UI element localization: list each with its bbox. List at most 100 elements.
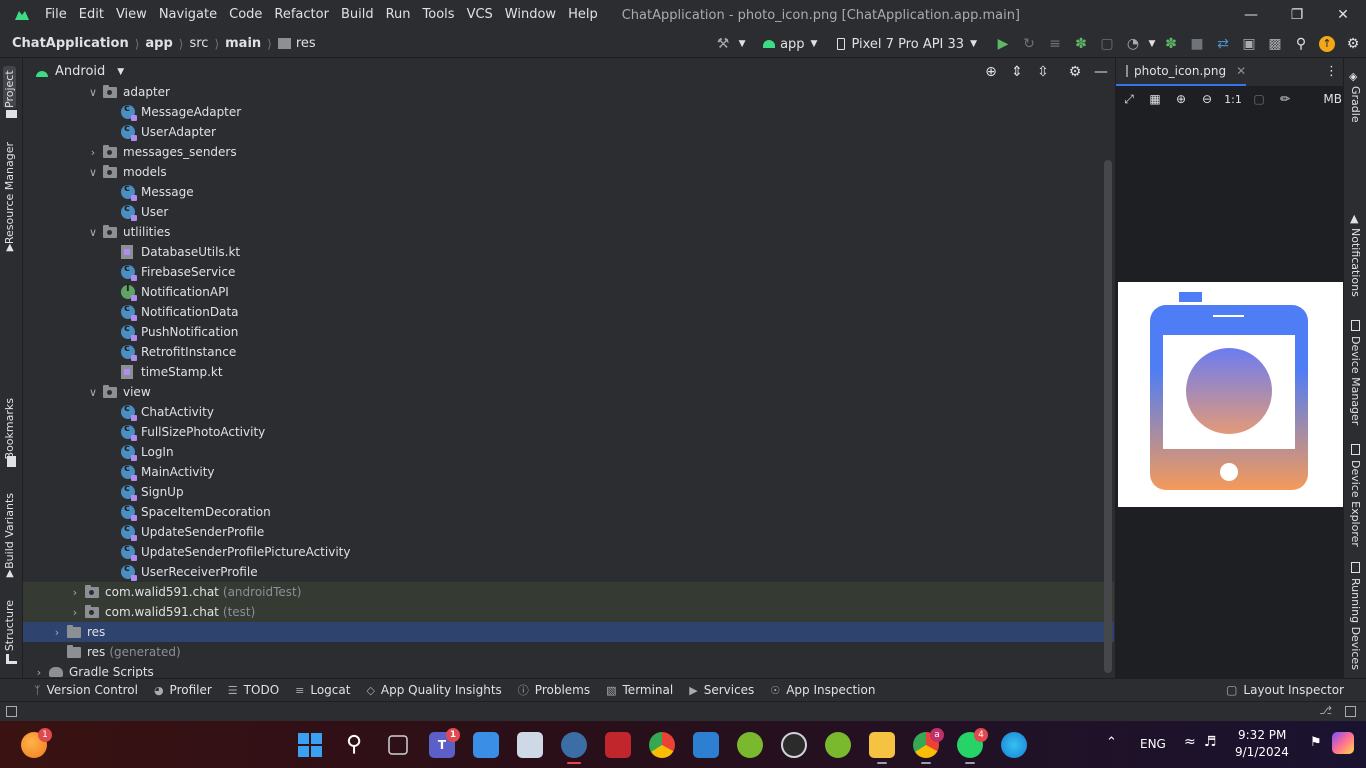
color-picker-icon[interactable]: ✏ (1272, 92, 1298, 106)
restore-icon[interactable]: ❐ (1274, 0, 1320, 30)
chrome-profile-icon[interactable]: a (913, 728, 944, 764)
expand-all-icon[interactable]: ⇕ (1004, 61, 1030, 83)
menu-help[interactable]: Help (562, 0, 604, 30)
search-icon[interactable]: ⚲ (341, 732, 367, 758)
tree-row[interactable]: FirebaseService (23, 262, 1114, 282)
device-dropdown[interactable]: Pixel 7 Pro API 33 ▼ (830, 33, 984, 55)
update-icon[interactable]: ↑ (1314, 33, 1340, 55)
tree-row[interactable]: › com.walid591.chat (androidTest) (23, 582, 1114, 602)
hide-icon[interactable]: — (1088, 61, 1114, 83)
actual-size-button[interactable]: 1:1 (1220, 93, 1246, 106)
tool-terminal[interactable]: ▧ Terminal (606, 683, 673, 697)
breadcrumb-src[interactable]: src (189, 36, 208, 51)
copilot-icon[interactable] (1332, 732, 1354, 754)
sync-gradle-icon[interactable]: ⇄ (1210, 33, 1236, 55)
locate-icon[interactable]: ⊕ (978, 61, 1004, 83)
editor-tab[interactable]: photo_icon.png ✕ (1116, 58, 1246, 86)
sdk-manager-icon[interactable]: ▩ (1262, 33, 1288, 55)
debug-attach-icon[interactable]: ✽ (1158, 33, 1184, 55)
memory-indicator-icon[interactable] (1345, 706, 1356, 717)
menu-tools[interactable]: Tools (417, 0, 461, 30)
collapse-all-icon[interactable]: ⇳ (1030, 61, 1056, 83)
run-config-dropdown[interactable]: app ▼ (756, 33, 824, 55)
tree-row[interactable]: › com.walid591.chat (test) (23, 602, 1114, 622)
tool-problems[interactable]: ⓘ Problems (518, 682, 590, 698)
whatsapp-icon[interactable]: 4 (957, 728, 988, 764)
stripe-running-devices[interactable]: Running Devices (1349, 578, 1362, 670)
excel-icon-2[interactable] (825, 732, 851, 758)
tree-row[interactable]: ∨ adapter (23, 85, 1114, 102)
close-tab-icon[interactable]: ✕ (1236, 64, 1246, 78)
volume-icon[interactable]: ♬ (1204, 734, 1217, 750)
tool-layout-inspector[interactable]: ▢ Layout Inspector (1226, 683, 1344, 697)
attach-debugger-icon[interactable]: ▢ (1094, 33, 1120, 55)
chevron-right-icon[interactable]: › (69, 606, 81, 619)
tree-row[interactable]: NotificationData (23, 302, 1114, 322)
chevron-right-icon[interactable]: › (87, 146, 99, 159)
tree-row[interactable]: ChatActivity (23, 402, 1114, 422)
menu-view[interactable]: View (110, 0, 153, 30)
tree-row[interactable]: User (23, 202, 1114, 222)
notepad-icon[interactable] (517, 732, 543, 758)
tree-row[interactable]: res (generated) (23, 642, 1114, 662)
breadcrumb-res[interactable]: res (296, 36, 316, 51)
tool-version-control[interactable]: ᛉ Version Control (34, 683, 138, 697)
stripe-project[interactable]: Project (3, 66, 16, 108)
project-scrollbar[interactable] (1104, 160, 1112, 673)
tree-row[interactable]: UpdateSenderProfile (23, 522, 1114, 542)
close-icon[interactable]: ✕ (1320, 0, 1366, 30)
minimize-icon[interactable]: — (1228, 0, 1274, 30)
stripe-bookmarks[interactable]: Bookmarks (3, 398, 16, 459)
tree-row[interactable]: NotificationAPI (23, 282, 1114, 302)
menu-file[interactable]: File (39, 0, 73, 30)
tree-row[interactable]: LogIn (23, 442, 1114, 462)
tree-row[interactable]: MainActivity (23, 462, 1114, 482)
weather-widget-icon[interactable]: 1 (21, 728, 52, 758)
zoom-in-icon[interactable]: ⊕ (1168, 92, 1194, 106)
tool-services[interactable]: ▶ Services (689, 683, 754, 697)
tool-app-inspection[interactable]: ☉ App Inspection (770, 683, 875, 697)
tree-row[interactable]: SignUp (23, 482, 1114, 502)
project-view-mode[interactable]: Android (55, 64, 105, 79)
task-view-icon[interactable] (388, 735, 408, 755)
apply-changes-icon[interactable]: ≡ (1042, 33, 1068, 55)
chevron-right-icon[interactable]: › (33, 666, 45, 679)
profile-icon[interactable]: ◔ (1120, 33, 1146, 55)
menu-code[interactable]: Code (223, 0, 268, 30)
chrome-icon[interactable] (649, 732, 675, 758)
stripe-device-manager[interactable]: Device Manager (1349, 336, 1362, 425)
notification-center-icon[interactable]: ⚑ (1310, 735, 1322, 750)
fit-icon[interactable]: ⤢ (1116, 92, 1142, 107)
show-hidden-icons[interactable]: ⌃ (1106, 735, 1117, 750)
tree-row[interactable]: Message (23, 182, 1114, 202)
tool-todo[interactable]: ☰ TODO (228, 683, 279, 697)
menu-navigate[interactable]: Navigate (153, 0, 223, 30)
game-icon[interactable] (605, 732, 631, 758)
menu-window[interactable]: Window (499, 0, 562, 30)
tree-row[interactable]: ∨ utlilities (23, 222, 1114, 242)
wifi-icon[interactable]: ≈ (1184, 734, 1196, 750)
tree-row[interactable]: SpaceItemDecoration (23, 502, 1114, 522)
tree-row[interactable]: ∨ view (23, 382, 1114, 402)
tree-row[interactable]: PushNotification (23, 322, 1114, 342)
stripe-device-explorer[interactable]: Device Explorer (1349, 460, 1362, 547)
tree-row[interactable]: DatabaseUtils.kt (23, 242, 1114, 262)
menu-vcs[interactable]: VCS (461, 0, 499, 30)
chevron-right-icon[interactable]: › (69, 586, 81, 599)
breadcrumb-module[interactable]: app (145, 36, 172, 51)
edge-icon[interactable] (1001, 732, 1027, 758)
store-icon[interactable] (693, 732, 719, 758)
chevron-down-icon[interactable]: ∨ (87, 386, 99, 399)
photos-icon[interactable] (473, 732, 499, 758)
hammer-icon[interactable]: ⚒ (710, 33, 736, 55)
stripe-resource-manager[interactable]: Resource Manager (3, 142, 16, 244)
grid-icon[interactable]: ▦ (1142, 92, 1168, 106)
menu-run[interactable]: Run (380, 0, 417, 30)
tool-logcat[interactable]: ≡ Logcat (295, 683, 350, 697)
background-icon[interactable]: ▢ (1246, 92, 1272, 106)
clock-time[interactable]: 9:32 PM (1238, 728, 1286, 742)
chevron-down-icon[interactable]: ▼ (736, 33, 748, 55)
tree-row[interactable]: RetrofitInstance (23, 342, 1114, 362)
menu-edit[interactable]: Edit (73, 0, 110, 30)
android-studio-taskbar-icon[interactable] (561, 732, 587, 764)
